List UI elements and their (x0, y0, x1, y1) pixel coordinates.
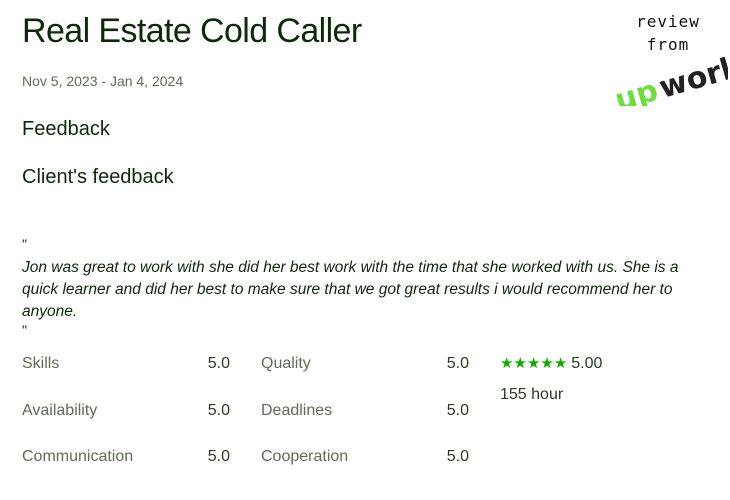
metric-value-communication: 5.0 (207, 448, 230, 465)
star-icon: ★ (513, 355, 527, 372)
quote-open-mark: " (22, 236, 27, 252)
metric-value-availability: 5.0 (207, 402, 230, 419)
star-icon: ★ (526, 355, 541, 372)
metric-label-quality: Quality (261, 355, 311, 372)
review-text: Jon was great to work with she did her b… (22, 259, 679, 320)
metric-value-cooperation: 5.0 (446, 448, 469, 465)
metric-value-skills: 5.0 (207, 355, 230, 372)
badge-line-review: review (636, 12, 700, 31)
star-icon: ★ (553, 355, 568, 372)
metric-label-deadlines: Deadlines (261, 402, 333, 419)
star-rating: ★ ★ ★ ★ ★ 5.00 (500, 354, 602, 374)
overall-score: 5.00 (571, 355, 603, 372)
review-badge: review from up work (604, 10, 728, 106)
metric-label-availability: Availability (22, 402, 98, 419)
star-row: ★ ★ ★ ★ ★ (500, 354, 567, 374)
metric-label-communication: Communication (22, 448, 134, 465)
feedback-heading: Feedback (22, 118, 110, 140)
client-feedback-heading: Client's feedback (22, 166, 174, 188)
page-title: Real Estate Cold Caller (22, 12, 362, 50)
upwork-logo-up: up (611, 73, 662, 106)
metric-value-deadlines: 5.0 (446, 402, 469, 419)
metric-label-cooperation: Cooperation (261, 448, 349, 465)
review-card: Real Estate Cold Caller Nov 5, 2023 - Ja… (0, 0, 730, 500)
contract-dates: Nov 5, 2023 - Jan 4, 2024 (22, 73, 184, 89)
star-icon: ★ (540, 355, 554, 372)
quote-close-mark: " (22, 322, 27, 338)
metric-label-skills: Skills (22, 355, 60, 372)
upwork-logo-work: work (655, 50, 728, 106)
metric-value-quality: 5.0 (446, 355, 469, 372)
hours-worked: 155 hour (500, 386, 564, 403)
upwork-logo: up work (611, 50, 728, 106)
star-icon: ★ (500, 355, 514, 372)
